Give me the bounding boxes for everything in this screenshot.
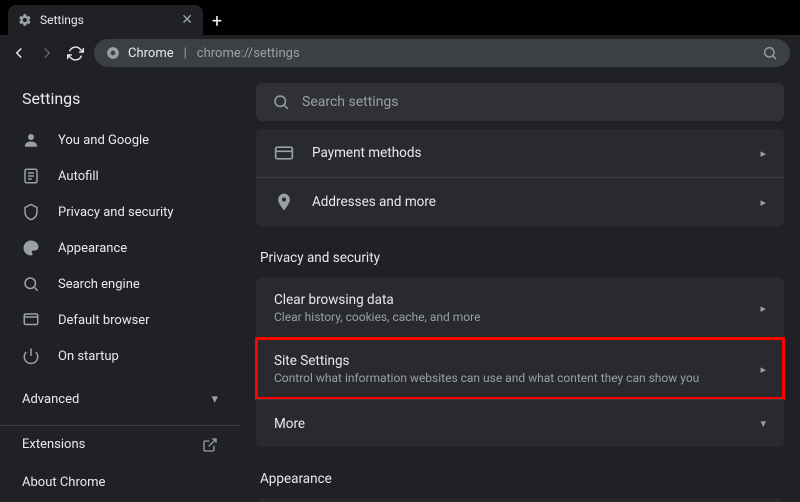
settings-content: Payment methods ▸ Addresses and more ▸ P… [240, 71, 800, 502]
person-icon [22, 131, 40, 149]
search-icon [22, 275, 40, 293]
search-input[interactable] [302, 94, 768, 110]
address-bar[interactable]: Chrome | chrome://settings [94, 39, 790, 67]
open-external-icon [202, 437, 218, 453]
section-privacy-heading: Privacy and security [256, 244, 784, 278]
section-appearance-heading: Appearance [256, 465, 784, 499]
new-tab-button[interactable]: + [203, 7, 231, 35]
toolbar: Chrome | chrome://settings [0, 35, 800, 71]
sidebar-item-you-and-google[interactable]: You and Google [0, 122, 240, 158]
power-icon [22, 347, 40, 365]
row-more-privacy[interactable]: More ▾ [256, 399, 784, 447]
sidebar-extensions[interactable]: Extensions [0, 425, 240, 464]
sidebar-item-default-browser[interactable]: Default browser [0, 302, 240, 338]
omnibox-search-icon[interactable] [762, 45, 778, 61]
browser-tab[interactable]: Settings ✕ [8, 5, 203, 35]
omnibox-url: chrome://settings [197, 46, 300, 61]
reload-icon[interactable] [66, 44, 84, 62]
tab-title: Settings [40, 13, 173, 27]
location-icon [274, 192, 294, 212]
search-icon [272, 93, 290, 111]
chevron-right-icon: ▸ [760, 363, 766, 376]
chevron-right-icon: ▸ [760, 196, 766, 209]
close-icon[interactable]: ✕ [181, 12, 193, 28]
sidebar: Settings You and Google Autofill Privacy… [0, 71, 240, 502]
row-clear-browsing-data[interactable]: Clear browsing data Clear history, cooki… [256, 278, 784, 338]
card-icon [274, 143, 294, 163]
chevron-right-icon: ▸ [760, 302, 766, 315]
browser-icon [22, 311, 40, 329]
sidebar-item-autofill[interactable]: Autofill [0, 158, 240, 194]
sidebar-item-appearance[interactable]: Appearance [0, 230, 240, 266]
forward-icon[interactable] [38, 44, 56, 62]
row-addresses[interactable]: Addresses and more ▸ [256, 177, 784, 226]
sidebar-item-on-startup[interactable]: On startup [0, 338, 240, 374]
privacy-card: Clear browsing data Clear history, cooki… [256, 278, 784, 447]
autofill-card: Payment methods ▸ Addresses and more ▸ [256, 129, 784, 226]
shield-icon [22, 203, 40, 221]
row-payment-methods[interactable]: Payment methods ▸ [256, 129, 784, 177]
autofill-icon [22, 167, 40, 185]
tab-strip: Settings ✕ + [0, 0, 800, 35]
sidebar-item-privacy[interactable]: Privacy and security [0, 194, 240, 230]
palette-icon [22, 239, 40, 257]
sidebar-title: Settings [0, 71, 240, 122]
row-site-settings[interactable]: Site Settings Control what information w… [256, 338, 784, 399]
chrome-icon [106, 46, 120, 60]
gear-icon [18, 13, 32, 27]
omnibox-scheme: Chrome [128, 46, 174, 61]
chevron-right-icon: ▸ [760, 147, 766, 160]
search-settings-box[interactable] [256, 83, 784, 121]
sidebar-about[interactable]: About Chrome [0, 463, 240, 502]
chevron-down-icon: ▾ [211, 392, 218, 407]
back-icon[interactable] [10, 44, 28, 62]
chevron-down-icon: ▾ [760, 417, 766, 430]
sidebar-item-search-engine[interactable]: Search engine [0, 266, 240, 302]
sidebar-advanced[interactable]: Advanced ▾ [0, 380, 240, 419]
